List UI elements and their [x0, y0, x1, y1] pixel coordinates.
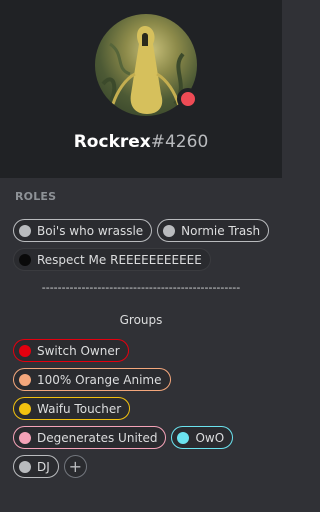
role-pill[interactable]: 100% Orange Anime — [13, 368, 171, 391]
role-label: Switch Owner — [37, 343, 120, 358]
role-pill[interactable]: Switch Owner — [13, 339, 129, 362]
role-label: Respect Me REEEEEEEEEEE — [37, 252, 202, 267]
role-label: OwO — [195, 430, 225, 445]
profile-header: Rockrex#4260 — [0, 0, 282, 178]
role-label: Normie Trash — [181, 223, 261, 238]
role-label: Boi's who wrassle — [37, 223, 144, 238]
role-pill[interactable]: Normie Trash — [157, 219, 270, 242]
role-pill[interactable]: DJ — [13, 455, 59, 478]
role-color-dot — [19, 460, 31, 473]
role-pill[interactable]: Waifu Toucher — [13, 397, 131, 420]
add-role-button[interactable]: + — [63, 455, 87, 478]
role-color-dot — [19, 373, 31, 386]
role-color-dot — [19, 224, 31, 237]
role-color-dot — [19, 431, 31, 444]
username: Rockrex — [73, 132, 151, 152]
status-indicator — [177, 88, 199, 110]
plus-icon: + — [68, 457, 82, 476]
role-pill[interactable]: Degenerates United — [13, 426, 167, 449]
role-label: Waifu Toucher — [37, 401, 122, 416]
role-label: Degenerates United — [37, 430, 158, 445]
groups-title: Groups — [119, 313, 163, 327]
role-label: 100% Orange Anime — [37, 372, 162, 387]
role-color-dot — [19, 253, 31, 266]
role-color-dot — [19, 344, 31, 357]
role-color-dot — [19, 402, 31, 415]
avatar-container[interactable] — [95, 14, 199, 116]
role-color-dot — [177, 431, 190, 444]
divider-line: ----------------------------------------… — [41, 281, 241, 294]
roles-list: Boi's who wrassle Normie Trash Respect M… — [13, 219, 275, 271]
role-pill[interactable]: Boi's who wrassle — [13, 219, 153, 242]
role-color-dot — [163, 224, 176, 237]
role-label: DJ — [37, 459, 50, 474]
role-pill[interactable]: OwO — [171, 426, 234, 449]
roles-section-label: ROLES — [15, 190, 57, 203]
discriminator: #4260 — [150, 132, 209, 152]
groups-list: Switch Owner 100% Orange Anime Waifu Tou… — [13, 339, 275, 478]
user-identity[interactable]: Rockrex#4260 — [0, 130, 282, 154]
role-pill[interactable]: Respect Me REEEEEEEEEEE — [13, 248, 211, 271]
